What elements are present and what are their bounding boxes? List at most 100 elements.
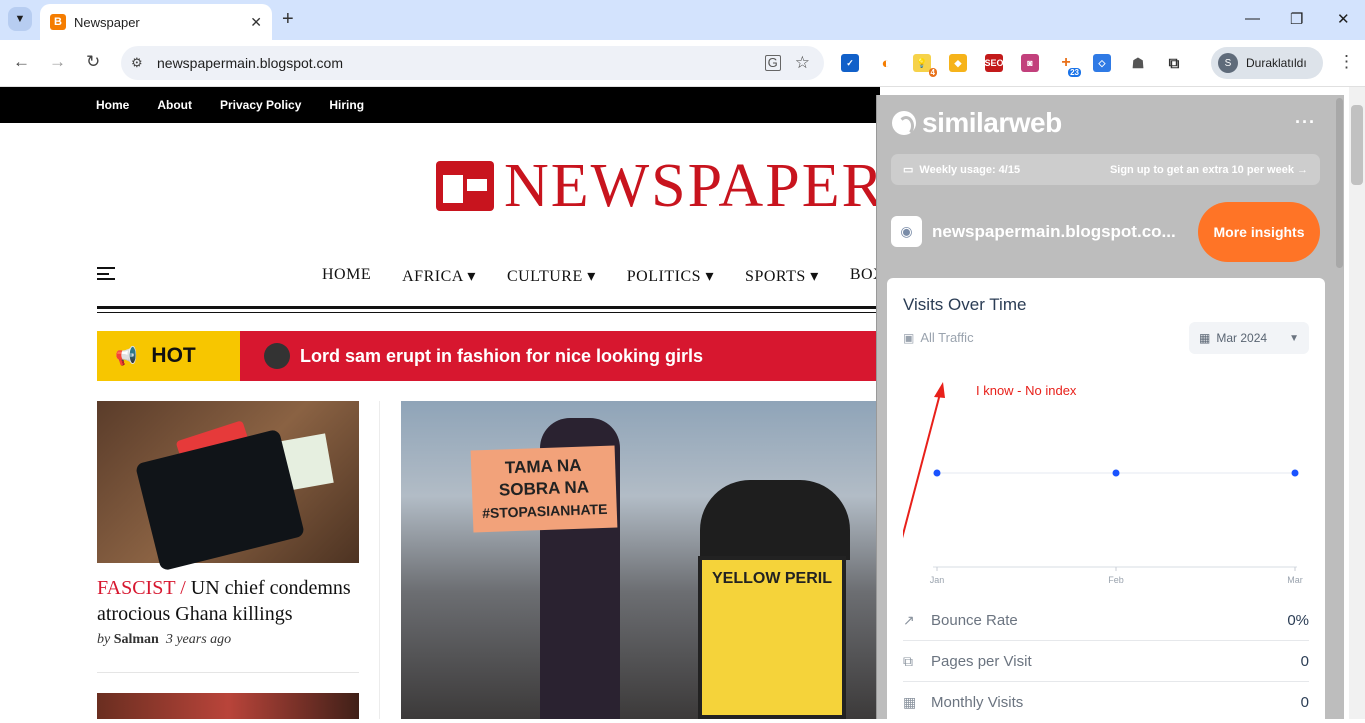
hot-label: 📢 HOT bbox=[97, 331, 240, 381]
metric-label: Pages per Visit bbox=[931, 652, 1032, 670]
traffic-filter-label: All Traffic bbox=[920, 330, 974, 345]
usage-bar: ▭ Weekly usage: 4/15 Sign up to get an e… bbox=[891, 154, 1320, 185]
minimize-icon[interactable]: — bbox=[1245, 10, 1260, 27]
monitor-icon: ▭ bbox=[903, 164, 914, 176]
metric-label: Monthly Visits bbox=[931, 694, 1024, 711]
top-nav-home[interactable]: Home bbox=[96, 98, 129, 112]
nav-africa[interactable]: AFRICA ▾ bbox=[402, 266, 476, 286]
top-nav-hiring[interactable]: Hiring bbox=[329, 98, 364, 112]
sign-line: TAMA NA bbox=[504, 455, 582, 478]
similarweb-brand: similarweb bbox=[922, 107, 1062, 138]
address-bar[interactable]: ⚙ newspapermain.blogspot.com G ☆ bbox=[121, 46, 824, 80]
plus-icon[interactable]: + bbox=[282, 8, 294, 31]
megaphone-icon: 📢 bbox=[115, 345, 138, 366]
window-close-icon[interactable]: ✕ bbox=[1337, 10, 1350, 28]
forward-icon[interactable]: → bbox=[49, 52, 66, 72]
sign-text: YELLOW PERIL bbox=[712, 570, 832, 587]
extension-seo-icon[interactable]: SEO bbox=[985, 54, 1004, 72]
site-info-icon[interactable]: ⚙ bbox=[131, 55, 151, 71]
byline-author[interactable]: Salman bbox=[114, 632, 159, 647]
chevron-down-icon: ▼ bbox=[14, 13, 26, 25]
metric-monthly-visits: ▦ Monthly Visits 0 bbox=[903, 682, 1309, 723]
ticker-headline[interactable]: Lord sam erupt in fashion for nice looki… bbox=[300, 346, 703, 367]
star-icon[interactable]: ☆ bbox=[795, 53, 810, 73]
article-image-second[interactable] bbox=[97, 693, 359, 719]
metric-value: 0 bbox=[1300, 652, 1309, 670]
profile-button[interactable]: S Duraklatıldı bbox=[1211, 47, 1323, 79]
globe-icon: ◉ bbox=[891, 216, 922, 247]
nav-divider-thin bbox=[97, 312, 880, 313]
nav-politics[interactable]: POLITICS ▾ bbox=[627, 266, 714, 286]
reload-icon[interactable]: ↻ bbox=[86, 52, 100, 72]
top-nav-privacy[interactable]: Privacy Policy bbox=[220, 98, 301, 112]
x-ticks: Jan Feb Mar bbox=[930, 567, 1303, 585]
pages-icon: ⧉ bbox=[903, 652, 913, 669]
article-title[interactable]: FASCIST / UN chief condemns atrocious Gh… bbox=[97, 575, 359, 627]
back-icon[interactable]: ← bbox=[13, 52, 30, 72]
traffic-filter[interactable]: ▣ All Traffic bbox=[903, 330, 974, 345]
site-logo[interactable]: NEWSPAPER bbox=[436, 152, 885, 220]
article-category[interactable]: FASCIST bbox=[97, 577, 175, 599]
tab-strip: ▼ B Newspaper ✕ + — ❐ ✕ bbox=[0, 0, 1365, 40]
x-tick-label: Feb bbox=[1108, 575, 1124, 585]
more-insights-button[interactable]: More insights bbox=[1198, 202, 1320, 262]
logo-text: NEWSPAPER bbox=[504, 152, 885, 220]
visits-chart: Jan Feb Mar bbox=[903, 382, 1303, 585]
tab-newspaper[interactable]: B Newspaper ✕ bbox=[40, 4, 272, 40]
tab-title: Newspaper bbox=[74, 14, 140, 30]
avatar: S bbox=[1218, 53, 1238, 73]
domain-row: ◉ newspapermain.blogspot.co... bbox=[891, 216, 1198, 247]
url-text[interactable]: newspapermain.blogspot.com bbox=[157, 55, 765, 71]
sign-line: SOBRA NA bbox=[498, 477, 590, 500]
metric-pages-per-visit: ⧉ Pages per Visit 0 bbox=[903, 641, 1309, 682]
more-options-icon[interactable]: ··· bbox=[1295, 112, 1316, 133]
chart-point-mar[interactable] bbox=[1291, 469, 1299, 477]
nav-divider bbox=[97, 306, 880, 309]
extension-check-icon[interactable]: ✓ bbox=[841, 54, 859, 72]
extension-robot-icon[interactable]: ☗ bbox=[1129, 54, 1147, 72]
card-title: Visits Over Time bbox=[903, 295, 1027, 314]
restore-icon[interactable]: ❐ bbox=[1290, 10, 1303, 28]
close-icon[interactable]: ✕ bbox=[250, 14, 262, 31]
hot-text: HOT bbox=[151, 344, 196, 367]
kebab-menu-icon[interactable]: ⋮ bbox=[1338, 52, 1355, 72]
date-select[interactable]: ▦ Mar 2024 ▼ bbox=[1189, 322, 1309, 354]
hamburger-menu-icon[interactable] bbox=[97, 267, 115, 280]
dropdown-arrow-icon: ▼ bbox=[1289, 332, 1299, 344]
chart-point-jan[interactable] bbox=[933, 469, 941, 477]
weekly-usage: Weekly usage: 4/15 bbox=[919, 163, 1021, 176]
page-scrollbar-thumb[interactable] bbox=[1351, 105, 1363, 185]
nav-home[interactable]: HOME bbox=[322, 266, 371, 286]
extension-flame-icon[interactable]: ◐ bbox=[877, 54, 895, 72]
extension-cube-icon[interactable]: ◇ bbox=[1093, 54, 1111, 72]
news-ticker[interactable]: Lord sam erupt in fashion for nice looki… bbox=[240, 331, 880, 381]
signup-link[interactable]: Sign up to get an extra 10 per week → bbox=[1110, 164, 1308, 176]
extension-badge: 23 bbox=[1068, 68, 1081, 77]
date-select-value: Mar 2024 bbox=[1216, 331, 1268, 345]
article-byline: by Salman 3 years ago bbox=[97, 632, 231, 648]
newspaper-logo-icon bbox=[436, 161, 494, 211]
domain-name: newspapermain.blogspot.co... bbox=[932, 221, 1176, 241]
column-divider bbox=[379, 401, 380, 719]
extension-badge: 4 bbox=[928, 68, 937, 77]
nav-sports[interactable]: SPORTS ▾ bbox=[745, 266, 819, 286]
translate-icon[interactable]: G bbox=[764, 55, 781, 71]
blogger-icon: B bbox=[50, 14, 66, 30]
annotation-text: I know - No index bbox=[976, 383, 1077, 398]
similarweb-logo: similarweb bbox=[892, 107, 1062, 139]
extension-bulb-icon[interactable]: 💡 4 bbox=[913, 54, 937, 77]
tab-search-button[interactable]: ▼ bbox=[8, 7, 32, 31]
nav-culture[interactable]: CULTURE ▾ bbox=[507, 266, 596, 286]
panel-scrollbar[interactable] bbox=[1336, 98, 1343, 268]
extension-bell-icon[interactable]: ◆ bbox=[949, 54, 967, 72]
top-nav-about[interactable]: About bbox=[157, 98, 192, 112]
chart-point-feb[interactable] bbox=[1112, 469, 1120, 477]
extension-plus-icon[interactable]: +23 bbox=[1057, 54, 1081, 77]
puzzle-icon[interactable]: ⧉ bbox=[1165, 54, 1183, 72]
x-tick-label: Jan bbox=[930, 575, 945, 585]
browser-toolbar: ← → ↻ ⚙ newspapermain.blogspot.com G ☆ ✓… bbox=[0, 40, 1365, 87]
devices-icon: ▣ bbox=[903, 330, 915, 345]
extension-camera-icon[interactable]: ◙ bbox=[1021, 54, 1039, 72]
calendar-icon: ▦ bbox=[903, 694, 917, 710]
calendar-icon: ▦ bbox=[1199, 331, 1211, 345]
